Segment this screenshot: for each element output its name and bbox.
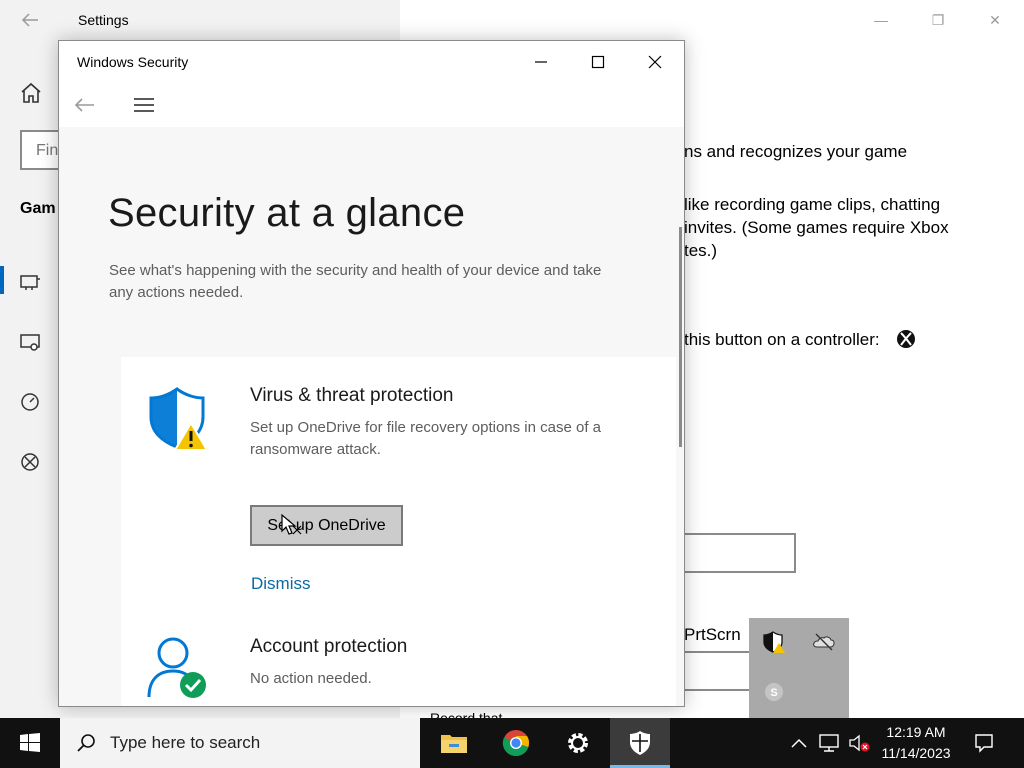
hamburger-menu-icon[interactable] bbox=[133, 97, 155, 113]
tray-overflow-flyout: S bbox=[749, 618, 849, 718]
page-subtitle: See what's happening with the security a… bbox=[109, 262, 602, 301]
settings-description-line: invites. (Some games require Xbox bbox=[684, 218, 949, 237]
skype-tray-icon[interactable]: S bbox=[762, 680, 786, 704]
minimize-button[interactable] bbox=[517, 45, 565, 79]
settings-minimize-button[interactable]: — bbox=[869, 8, 893, 32]
scrollbar[interactable] bbox=[679, 227, 682, 447]
title-bar[interactable]: Windows Security bbox=[59, 41, 684, 83]
account-protection-description: No action needed. bbox=[250, 670, 372, 687]
search-placeholder: Type here to search bbox=[110, 733, 261, 752]
windows-security-warning-tray-icon[interactable] bbox=[762, 630, 786, 654]
virus-shield-warning-icon bbox=[147, 387, 211, 451]
windows-security-window: Windows Security Security at a glance Se… bbox=[58, 40, 685, 707]
game-mode-icon[interactable] bbox=[18, 390, 42, 414]
settings-section-title: Gam bbox=[20, 200, 56, 217]
clock[interactable]: 12:19 AM 11/14/2023 bbox=[874, 722, 958, 764]
windows-logo-icon bbox=[20, 733, 40, 752]
dismiss-link[interactable]: Dismiss bbox=[251, 574, 311, 594]
xbox-icon bbox=[896, 329, 916, 349]
home-icon[interactable] bbox=[18, 80, 44, 106]
xbox-networking-icon[interactable] bbox=[18, 450, 42, 474]
chrome-icon[interactable] bbox=[486, 718, 546, 768]
settings-restore-button[interactable]: ❐ bbox=[926, 8, 950, 32]
notification-center-icon[interactable] bbox=[966, 718, 1002, 768]
game-bar-icon[interactable] bbox=[18, 270, 42, 294]
account-protection-title: Account protection bbox=[250, 636, 408, 657]
settings-back-button[interactable] bbox=[20, 10, 40, 30]
onedrive-offline-tray-icon[interactable] bbox=[812, 630, 836, 654]
shortcut-input-field[interactable] bbox=[684, 533, 796, 573]
chevron-up-icon[interactable] bbox=[788, 718, 810, 768]
settings-gear-icon[interactable] bbox=[548, 718, 608, 768]
settings-description-line: like recording game clips, chatting bbox=[684, 195, 941, 214]
windows-security-shield-icon[interactable] bbox=[610, 718, 670, 768]
volume-muted-icon[interactable] bbox=[846, 718, 872, 768]
svg-text:S: S bbox=[770, 687, 777, 699]
account-person-check-icon bbox=[145, 635, 211, 699]
settings-description-line: this button on a controller: bbox=[684, 330, 880, 349]
taskbar-search-box[interactable]: Type here to search bbox=[60, 718, 420, 768]
file-explorer-icon[interactable] bbox=[424, 718, 484, 768]
setup-onedrive-button[interactable]: Set up OneDrive bbox=[250, 505, 403, 546]
close-button[interactable] bbox=[631, 45, 679, 79]
network-icon[interactable] bbox=[816, 718, 842, 768]
prtscrn-label: PrtScrn bbox=[684, 625, 741, 644]
virus-protection-title: Virus & threat protection bbox=[250, 385, 454, 406]
settings-title: Settings bbox=[78, 12, 129, 28]
mouse-cursor-icon bbox=[281, 513, 303, 536]
virus-protection-description: Set up OneDrive for file recovery option… bbox=[250, 419, 602, 458]
clock-date: 11/14/2023 bbox=[881, 745, 951, 761]
search-icon bbox=[77, 734, 95, 752]
settings-description-line: tes.) bbox=[684, 241, 718, 260]
page-title: Security at a glance bbox=[108, 191, 466, 235]
settings-description-line: ns and recognizes your game bbox=[684, 142, 908, 161]
window-title: Windows Security bbox=[77, 54, 189, 70]
taskbar: Type here to search 12:19 AM 11/14/2023 bbox=[0, 718, 1024, 768]
start-button[interactable] bbox=[0, 718, 60, 768]
settings-close-button[interactable]: ✕ bbox=[983, 8, 1007, 32]
nav-bar bbox=[59, 83, 684, 127]
clock-time: 12:19 AM bbox=[886, 724, 946, 740]
security-areas-panel: Virus & threat protection Set up OneDriv… bbox=[121, 357, 676, 706]
nav-selected-indicator bbox=[0, 266, 4, 294]
main-content: Security at a glance See what's happenin… bbox=[59, 127, 684, 706]
back-arrow-icon[interactable] bbox=[71, 91, 99, 119]
captures-icon[interactable] bbox=[18, 330, 42, 354]
maximize-button[interactable] bbox=[574, 45, 622, 79]
